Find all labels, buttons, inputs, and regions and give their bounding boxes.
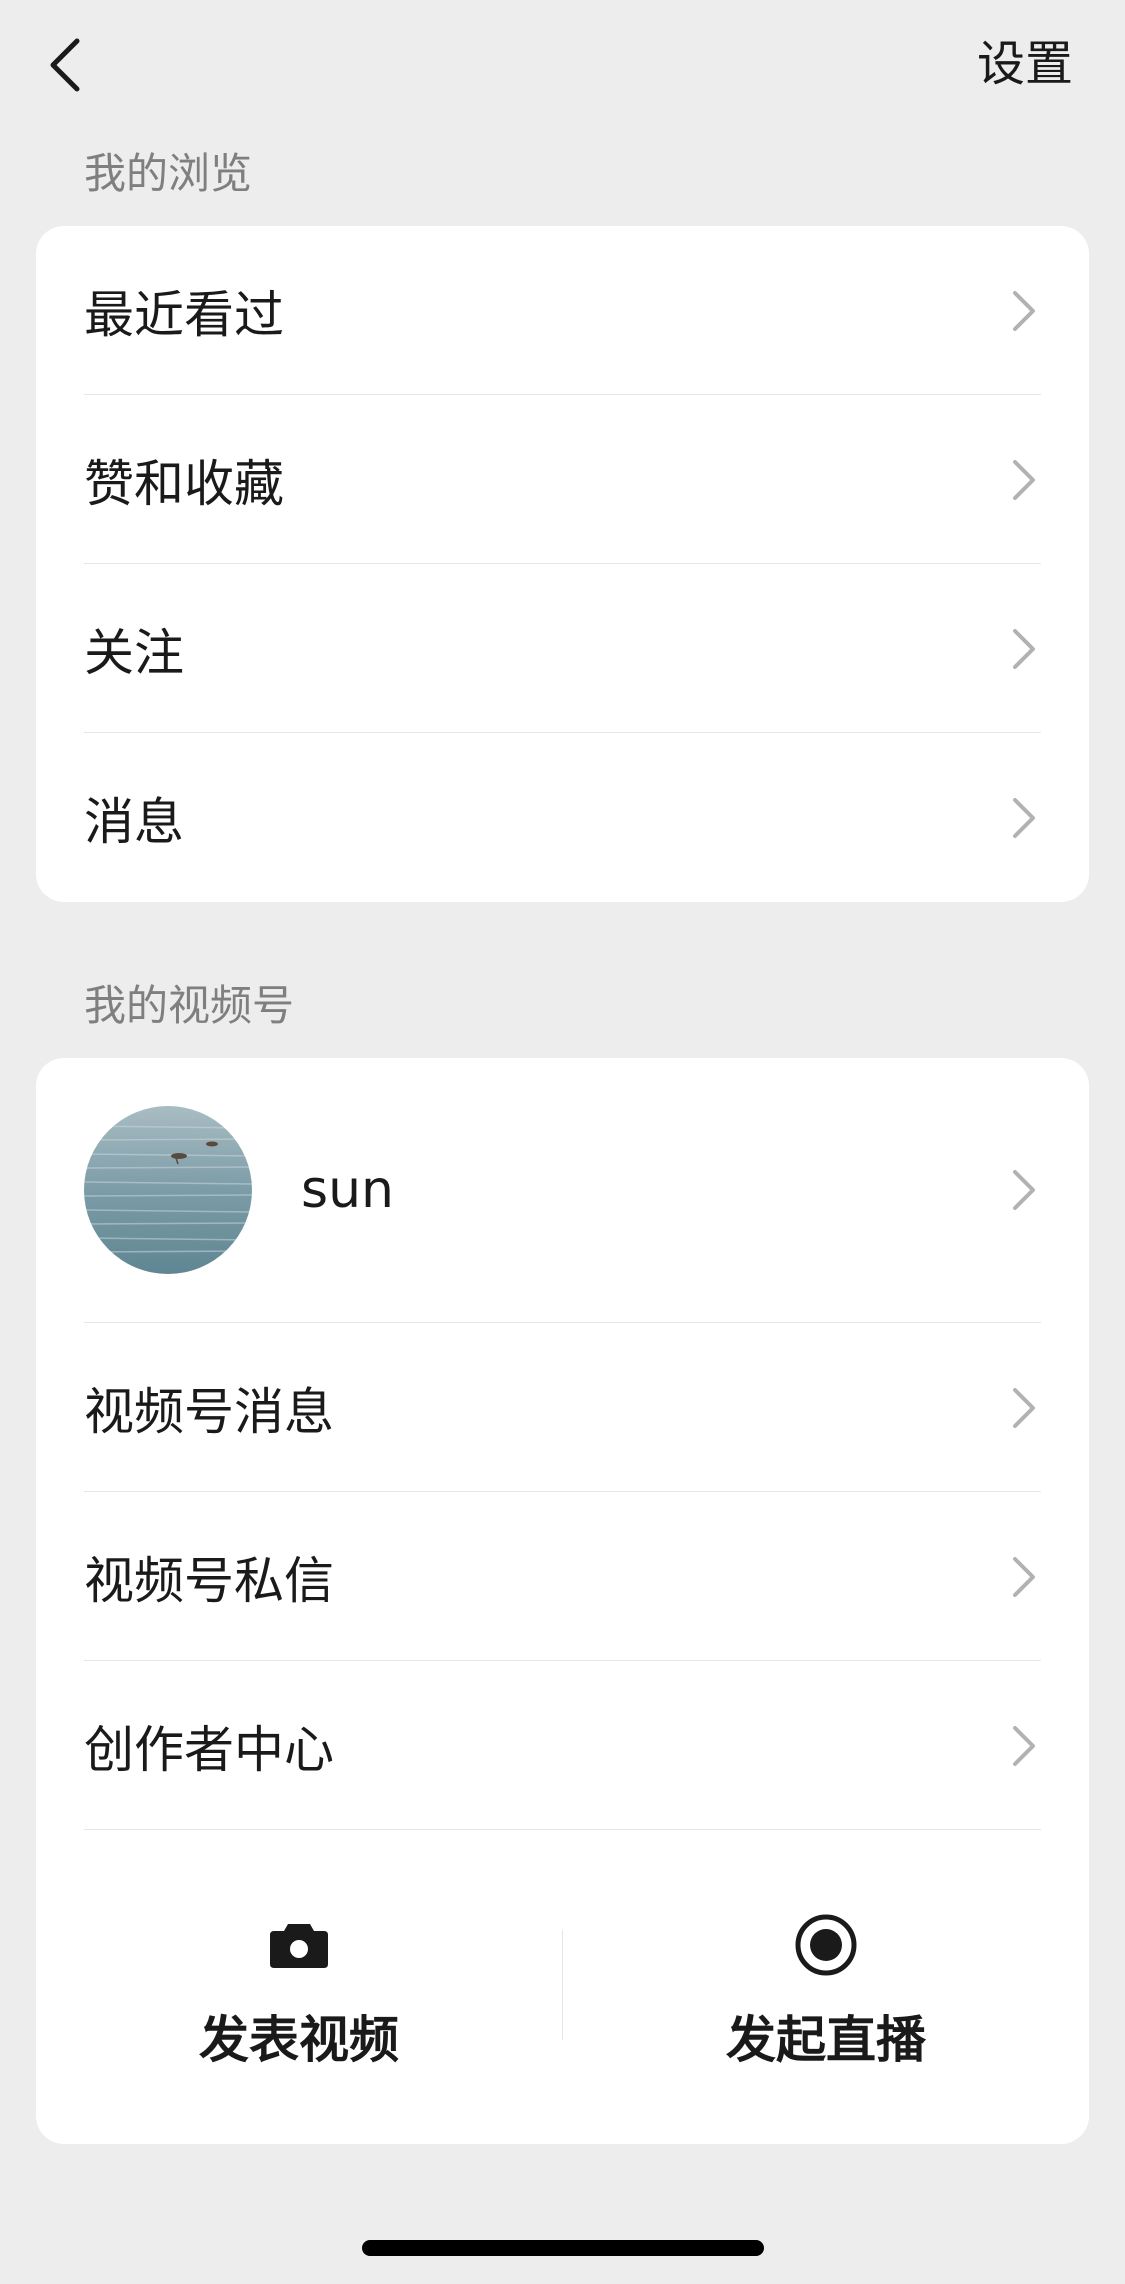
back-button[interactable] [40, 30, 90, 100]
menu-item-label: 视频号消息 [84, 1382, 334, 1441]
camera-icon [264, 1910, 334, 1980]
chevron-left-icon [50, 38, 80, 92]
menu-item-following[interactable]: 关注 [36, 564, 1089, 733]
post-video-label: 发表视频 [199, 2011, 399, 2069]
menu-item-channel-private-messages[interactable]: 视频号私信 [36, 1492, 1089, 1661]
chevron-right-icon [1013, 459, 1035, 500]
channel-profile-row[interactable]: sun [36, 1058, 1089, 1323]
settings-button[interactable]: 设置 [977, 34, 1073, 94]
post-video-button[interactable]: 发表视频 [36, 1830, 562, 2144]
top-bar: 设置 [0, 0, 1125, 130]
menu-item-label: 视频号私信 [84, 1551, 334, 1610]
chevron-right-icon [1013, 628, 1035, 669]
menu-item-label: 赞和收藏 [84, 454, 284, 513]
chevron-right-icon [1013, 797, 1035, 838]
menu-item-recently-viewed[interactable]: 最近看过 [36, 226, 1089, 395]
chevron-right-icon [1013, 290, 1035, 331]
avatar [84, 1106, 252, 1274]
home-indicator[interactable] [362, 2240, 764, 2256]
section-title-channels: 我的视频号 [84, 981, 295, 1030]
avatar-image [84, 1106, 252, 1274]
menu-item-channel-messages[interactable]: 视频号消息 [36, 1323, 1089, 1492]
chevron-right-icon [1013, 1170, 1035, 1210]
menu-item-likes-favorites[interactable]: 赞和收藏 [36, 395, 1089, 564]
menu-item-label: 最近看过 [84, 285, 284, 344]
menu-item-label: 关注 [84, 623, 184, 682]
start-live-label: 发起直播 [726, 2011, 926, 2069]
chevron-right-icon [1013, 1387, 1035, 1428]
menu-item-label: 创作者中心 [84, 1720, 334, 1779]
chevron-right-icon [1013, 1725, 1035, 1766]
chevron-right-icon [1013, 1556, 1035, 1597]
start-live-button[interactable]: 发起直播 [563, 1830, 1089, 2144]
section-title-browse: 我的浏览 [84, 149, 253, 198]
menu-item-label: 消息 [84, 792, 184, 851]
live-record-icon [791, 1910, 861, 1980]
channels-card: sun 视频号消息 视频号私信 创作者中心 发表视频 发起直播 [36, 1058, 1089, 2144]
menu-item-creator-center[interactable]: 创作者中心 [36, 1661, 1089, 1830]
channel-actions: 发表视频 发起直播 [36, 1830, 1089, 2144]
browse-card: 最近看过 赞和收藏 关注 消息 [36, 226, 1089, 902]
menu-item-messages[interactable]: 消息 [36, 733, 1089, 902]
channel-name: sun [301, 1160, 395, 1220]
